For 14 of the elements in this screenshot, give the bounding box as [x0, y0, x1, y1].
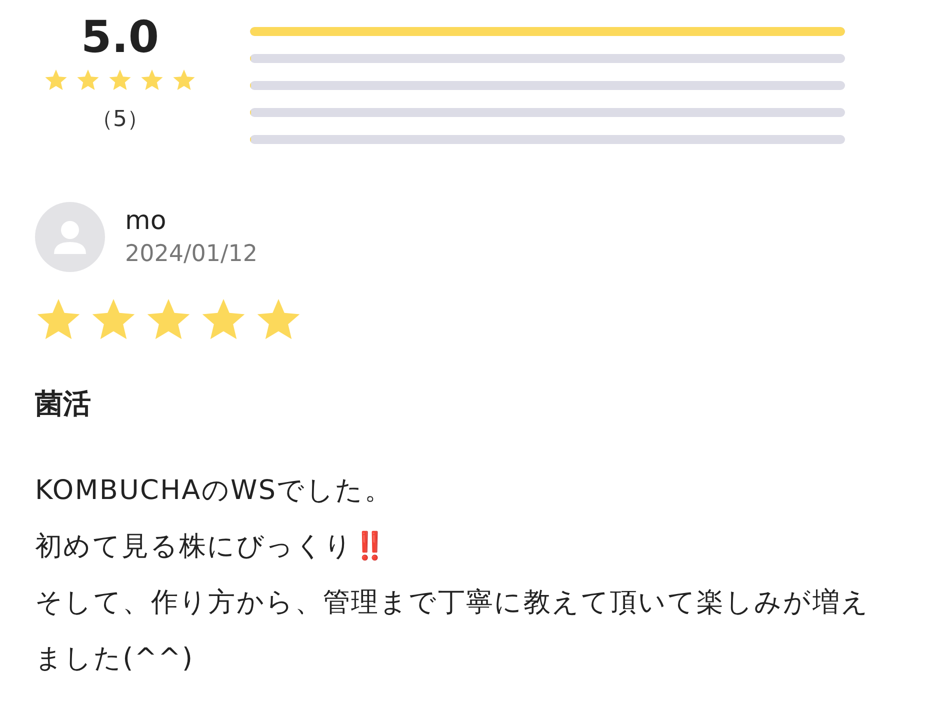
- rating-score: 5.0: [81, 11, 159, 65]
- star-icon: [76, 68, 100, 92]
- review-date: 2024/01/12: [125, 240, 258, 269]
- review-count: （5）: [91, 106, 149, 134]
- review-text: KOMBUCHAのWSでした。: [35, 474, 394, 508]
- review-text: 初めて見る株にびっくり‼: [35, 530, 390, 564]
- star-icon: [140, 68, 164, 92]
- avatar-icon: [35, 202, 105, 272]
- review-text: そして、作り方から、管理まで丁寧に教えて頂いて楽しみが増えました(^^): [35, 586, 871, 676]
- reviewer-name: mo: [125, 205, 168, 238]
- star-icon: [44, 68, 68, 92]
- star-icon: [108, 68, 132, 92]
- review-title: 菌活: [35, 386, 92, 422]
- star-icon: [172, 68, 196, 92]
